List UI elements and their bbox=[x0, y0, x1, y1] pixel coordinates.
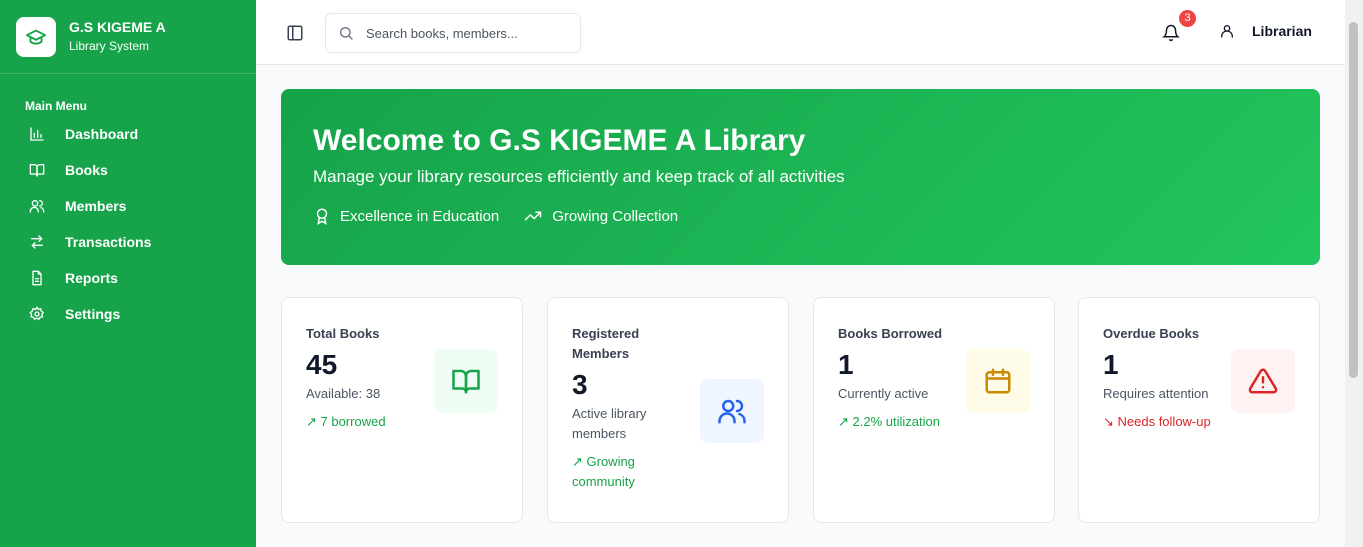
graduation-cap-icon bbox=[16, 16, 56, 57]
search-input[interactable] bbox=[366, 25, 566, 41]
scrollbar-thumb[interactable] bbox=[1349, 22, 1358, 378]
hero-tag-label: Excellence in Education bbox=[340, 207, 500, 225]
arrows-left-right-icon bbox=[29, 234, 45, 250]
trending-up-icon bbox=[523, 207, 543, 225]
sidebar-item-label: Reports bbox=[65, 270, 118, 286]
calendar-icon bbox=[966, 349, 1030, 413]
stat-subtext: Active library members bbox=[572, 406, 647, 441]
stat-trend: ↗ 2.2% utilization bbox=[838, 414, 940, 429]
stat-trend: ↗ Growing community bbox=[572, 454, 635, 489]
user-icon bbox=[1219, 23, 1235, 39]
sidebar-item-label: Settings bbox=[65, 306, 121, 322]
stat-title: Total Books bbox=[306, 326, 380, 341]
sidebar-item-label: Dashboard bbox=[65, 126, 139, 142]
hero-tag-label: Growing Collection bbox=[552, 207, 679, 225]
welcome-subtitle: Manage your library resources efficientl… bbox=[313, 167, 845, 186]
gear-icon bbox=[29, 306, 45, 322]
book-open-icon bbox=[29, 162, 45, 178]
alert-triangle-icon bbox=[1231, 349, 1295, 413]
stat-subtext: Available: 38 bbox=[306, 386, 381, 401]
stat-trend: ↗ 7 borrowed bbox=[306, 414, 386, 429]
welcome-banner: Welcome to G.S KIGEME A Library Manage y… bbox=[281, 89, 1320, 265]
sidebar-item-dashboard[interactable]: Dashboard bbox=[0, 116, 256, 152]
stat-trend: ↘ Needs follow-up bbox=[1103, 414, 1211, 429]
stat-subtext: Requires attention bbox=[1103, 386, 1209, 401]
menu-title: Main Menu bbox=[25, 99, 87, 113]
notification-badge: 3 bbox=[1179, 10, 1196, 27]
sidebar-item-books[interactable]: Books bbox=[0, 152, 256, 188]
user-menu[interactable]: Librarian bbox=[1219, 23, 1312, 39]
sidebar-toggle-icon[interactable] bbox=[286, 24, 304, 42]
stat-title: Overdue Books bbox=[1103, 326, 1200, 341]
hero-tag-growing: Growing Collection bbox=[523, 207, 678, 225]
sidebar-item-members[interactable]: Members bbox=[0, 188, 256, 224]
stat-title: Registered Members bbox=[572, 326, 640, 361]
stat-subtext: Currently active bbox=[838, 386, 929, 401]
sidebar-item-label: Members bbox=[65, 198, 127, 214]
search-box[interactable] bbox=[325, 13, 581, 53]
bar-chart-icon bbox=[29, 126, 45, 142]
book-open-icon bbox=[434, 349, 498, 413]
user-label: Librarian bbox=[1252, 23, 1312, 39]
stat-card-total-books: Total Books 45 Available: 38 ↗ 7 borrowe… bbox=[281, 297, 523, 523]
users-icon bbox=[700, 379, 764, 443]
sidebar-item-settings[interactable]: Settings bbox=[0, 296, 256, 332]
brand: G.S KIGEME A Library System bbox=[0, 0, 256, 74]
topbar: 3 Librarian bbox=[256, 0, 1345, 65]
welcome-title: Welcome to G.S KIGEME A Library bbox=[313, 124, 806, 157]
file-text-icon bbox=[29, 270, 45, 286]
stat-card-registered-members: Registered Members 3 Active library memb… bbox=[547, 297, 789, 523]
award-icon bbox=[313, 207, 331, 225]
users-icon bbox=[29, 198, 45, 214]
stat-card-overdue-books: Overdue Books 1 Requires attention ↘ Nee… bbox=[1078, 297, 1320, 523]
sidebar: G.S KIGEME A Library System Main Menu Da… bbox=[0, 0, 256, 547]
bell-icon[interactable] bbox=[1161, 24, 1182, 44]
stat-title: Books Borrowed bbox=[838, 326, 943, 341]
search-icon bbox=[338, 25, 354, 41]
sidebar-item-reports[interactable]: Reports bbox=[0, 260, 256, 296]
sidebar-item-label: Transactions bbox=[65, 234, 152, 250]
brand-name: G.S KIGEME A bbox=[69, 19, 166, 35]
page-scrollbar[interactable] bbox=[1345, 0, 1363, 547]
hero-tag-excellence: Excellence in Education bbox=[313, 207, 499, 225]
sidebar-item-label: Books bbox=[65, 162, 108, 178]
sidebar-item-transactions[interactable]: Transactions bbox=[0, 224, 256, 260]
sidebar-menu: Dashboard Books Members Transactions Rep… bbox=[0, 116, 256, 332]
brand-subtitle: Library System bbox=[69, 39, 150, 53]
stat-card-books-borrowed: Books Borrowed 1 Currently active ↗ 2.2%… bbox=[813, 297, 1055, 523]
